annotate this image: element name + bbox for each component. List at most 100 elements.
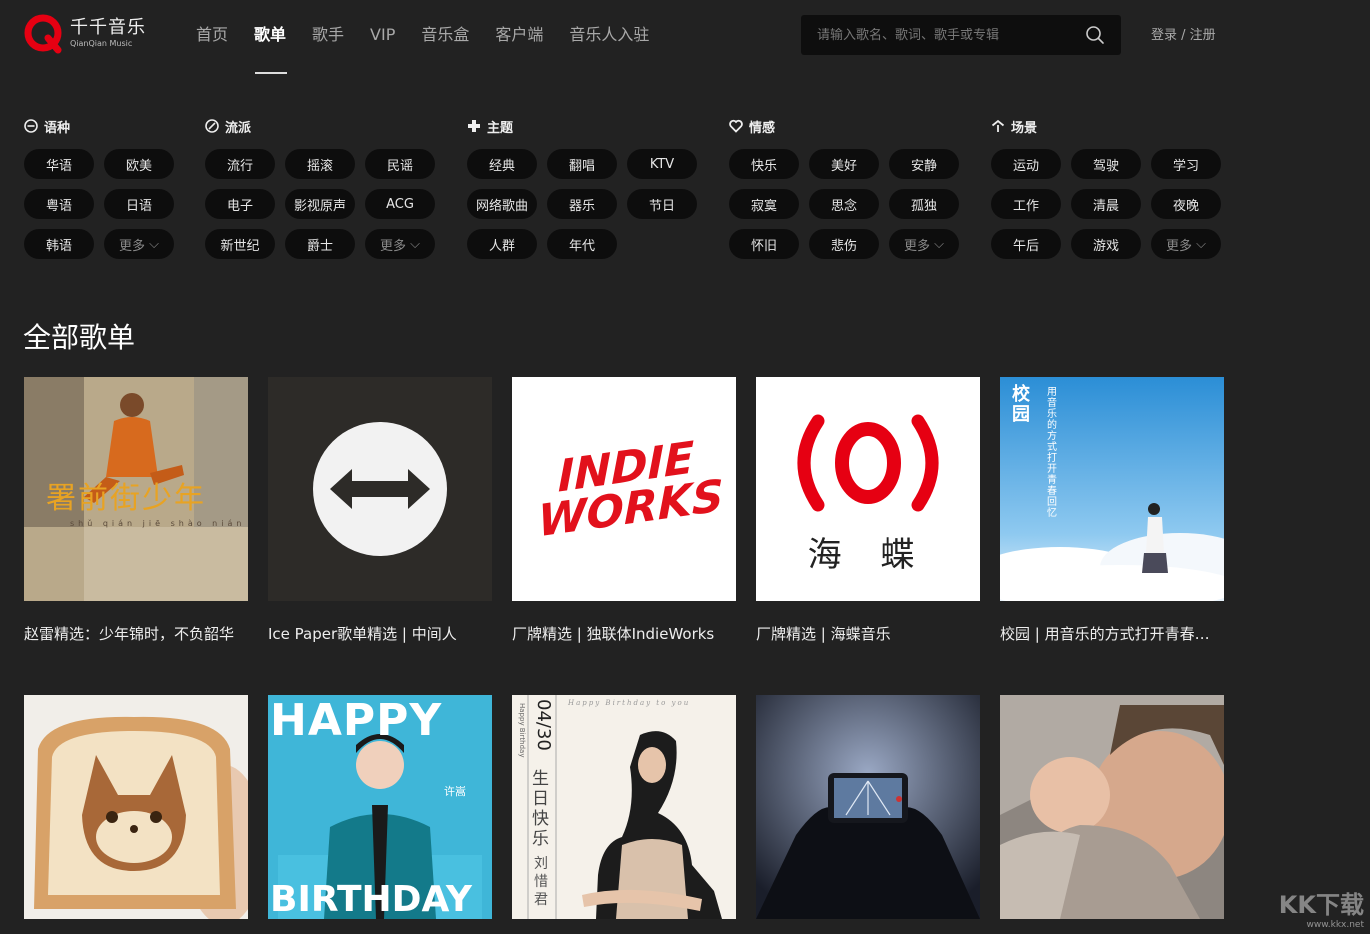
playlist-title[interactable]: 厂牌精选 | 海蝶音乐	[756, 623, 980, 644]
cover-artist: 许嵩	[444, 785, 466, 798]
playlist-card[interactable]	[24, 695, 248, 934]
tag-item[interactable]: 华语	[24, 149, 94, 179]
chevron-down-icon: ⌵	[410, 236, 420, 252]
tag-item[interactable]: 民谣	[365, 149, 435, 179]
theme-icon	[468, 120, 480, 132]
tag-item[interactable]: 翻唱	[547, 149, 617, 179]
language-icon	[24, 119, 38, 133]
tag-item[interactable]: ACG	[365, 189, 435, 219]
tag-item[interactable]: 韩语	[24, 229, 94, 259]
tag-item[interactable]: 电子	[205, 189, 275, 219]
playlist-cover[interactable]: 校园 用音乐的方式打开青春回忆	[1000, 377, 1224, 601]
tag-item[interactable]: 影视原声	[285, 189, 355, 219]
category-title: 语种	[44, 120, 71, 136]
top-header: 千千音乐 QianQian Music 首页 歌单 歌手 VIP 音乐盒 客户端…	[0, 0, 1370, 74]
search-icon[interactable]	[1085, 25, 1105, 45]
playlist-title[interactable]: 厂牌精选 | 独联体IndieWorks	[512, 623, 736, 644]
tag-item[interactable]: 夜晚	[1151, 189, 1221, 219]
more-label: 更多	[118, 238, 145, 254]
tag-item[interactable]: 快乐	[729, 149, 799, 179]
tag-item[interactable]: 美好	[809, 149, 879, 179]
cover-text-top: HAPPY	[270, 695, 443, 746]
father-baby-image	[1000, 695, 1224, 919]
category-theme: 主题 经典 翻唱 KTV 网络歌曲 器乐 节日 人群 年代	[467, 115, 707, 265]
playlist-card[interactable]: Ice Paper歌单精选 | 中间人	[268, 377, 492, 644]
tag-item[interactable]: 寂寞	[729, 189, 799, 219]
tag-item[interactable]: 悲伤	[809, 229, 879, 259]
swap-arrows-icon	[268, 377, 492, 601]
tag-item[interactable]: 新世纪	[205, 229, 275, 259]
playlist-cover[interactable]	[1000, 695, 1224, 919]
tag-item[interactable]: 安静	[889, 149, 959, 179]
site-logo[interactable]: 千千音乐 QianQian Music	[24, 14, 146, 54]
more-tags-button[interactable]: 更多 ⌵	[365, 229, 435, 259]
playlist-card[interactable]: INDIE WORKS 厂牌精选 | 独联体IndieWorks	[512, 377, 736, 644]
tag-item[interactable]: 器乐	[547, 189, 617, 219]
playlist-cover[interactable]: Happy Birthday 04/30 生日快乐 刘惜君 Happy Birt…	[512, 695, 736, 919]
tag-item[interactable]: 网络歌曲	[467, 189, 537, 219]
nav-vip[interactable]: VIP	[370, 22, 395, 48]
playlist-cover[interactable]	[756, 695, 980, 919]
playlist-cover[interactable]: INDIE WORKS	[512, 377, 736, 601]
cover-script: Happy Birthday to you	[568, 699, 691, 707]
playlist-card[interactable]: HAPPY BIRTHDAY 许嵩	[268, 695, 492, 934]
more-tags-button[interactable]: 更多 ⌵	[1151, 229, 1221, 259]
tag-item[interactable]: 日语	[104, 189, 174, 219]
tag-item[interactable]: 人群	[467, 229, 537, 259]
tag-item[interactable]: 午后	[991, 229, 1061, 259]
playlist-title[interactable]: 赵雷精选：少年锦时，不负韶华	[24, 623, 248, 644]
playlist-card[interactable]	[756, 695, 980, 934]
cover-text-bottom: BIRTHDAY	[270, 879, 472, 919]
playlist-page: 千千音乐 QianQian Music 首页 歌单 歌手 VIP 音乐盒 客户端…	[0, 0, 1370, 934]
tag-item[interactable]: 经典	[467, 149, 537, 179]
playlist-cover[interactable]: HAPPY BIRTHDAY 许嵩	[268, 695, 492, 919]
playlist-cover[interactable]: 海 蝶	[756, 377, 980, 601]
tag-item[interactable]: 思念	[809, 189, 879, 219]
login-register-link[interactable]: 登录 / 注册	[1151, 24, 1216, 43]
tag-item[interactable]: KTV	[627, 149, 697, 179]
nav-playlists[interactable]: 歌单	[254, 22, 286, 48]
tag-item[interactable]: 粤语	[24, 189, 94, 219]
tag-item[interactable]: 驾驶	[1071, 149, 1141, 179]
tag-item[interactable]: 流行	[205, 149, 275, 179]
tag-item[interactable]: 游戏	[1071, 229, 1141, 259]
tag-item[interactable]: 节日	[627, 189, 697, 219]
category-title: 场景	[1011, 120, 1038, 136]
playlist-card[interactable]: 海 蝶 厂牌精选 | 海蝶音乐	[756, 377, 980, 644]
cover-title: 海 蝶	[807, 535, 929, 575]
playlist-card[interactable]: Happy Birthday 04/30 生日快乐 刘惜君 Happy Birt…	[512, 695, 736, 934]
search-input[interactable]	[817, 27, 1077, 43]
playlist-card[interactable]: 署前街少年 shǔ qián jiē shào nián 赵雷精选：少年锦时，不…	[24, 377, 248, 644]
tag-item[interactable]: 年代	[547, 229, 617, 259]
tag-item[interactable]: 怀旧	[729, 229, 799, 259]
more-tags-button[interactable]: 更多 ⌵	[889, 229, 959, 259]
tag-item[interactable]: 爵士	[285, 229, 355, 259]
tag-item[interactable]: 清晨	[1071, 189, 1141, 219]
playlist-cover[interactable]	[268, 377, 492, 601]
genre-icon	[205, 119, 219, 133]
playlist-card[interactable]: 校园 用音乐的方式打开青春回忆 校园 | 用音乐的方式打开青春回忆	[1000, 377, 1224, 644]
nav-client[interactable]: 客户端	[495, 22, 543, 48]
nav-home[interactable]: 首页	[196, 22, 228, 48]
playlist-cover[interactable]: 署前街少年 shǔ qián jiē shào nián	[24, 377, 248, 601]
nav-musician[interactable]: 音乐人入驻	[569, 22, 649, 48]
nav-artists[interactable]: 歌手	[312, 22, 344, 48]
tag-item[interactable]: 摇滚	[285, 149, 355, 179]
playlist-title[interactable]: Ice Paper歌单精选 | 中间人	[268, 623, 492, 644]
tag-item[interactable]: 欧美	[104, 149, 174, 179]
category-title: 主题	[487, 120, 514, 136]
more-tags-button[interactable]: 更多 ⌵	[104, 229, 174, 259]
tag-item[interactable]: 工作	[991, 189, 1061, 219]
category-title: 流派	[225, 120, 252, 136]
nav-music-box[interactable]: 音乐盒	[421, 22, 469, 48]
tag-item[interactable]: 运动	[991, 149, 1061, 179]
tag-item[interactable]: 孤独	[889, 189, 959, 219]
logo-title: 千千音乐	[70, 17, 146, 38]
playlist-card[interactable]	[1000, 695, 1224, 934]
chevron-down-icon: ⌵	[934, 236, 944, 252]
tag-item[interactable]: 学习	[1151, 149, 1221, 179]
playlist-title[interactable]: 校园 | 用音乐的方式打开青春回忆	[1000, 623, 1224, 644]
playlist-cover[interactable]	[24, 695, 248, 919]
logo-icon	[24, 14, 62, 54]
chevron-down-icon: ⌵	[1196, 236, 1206, 252]
